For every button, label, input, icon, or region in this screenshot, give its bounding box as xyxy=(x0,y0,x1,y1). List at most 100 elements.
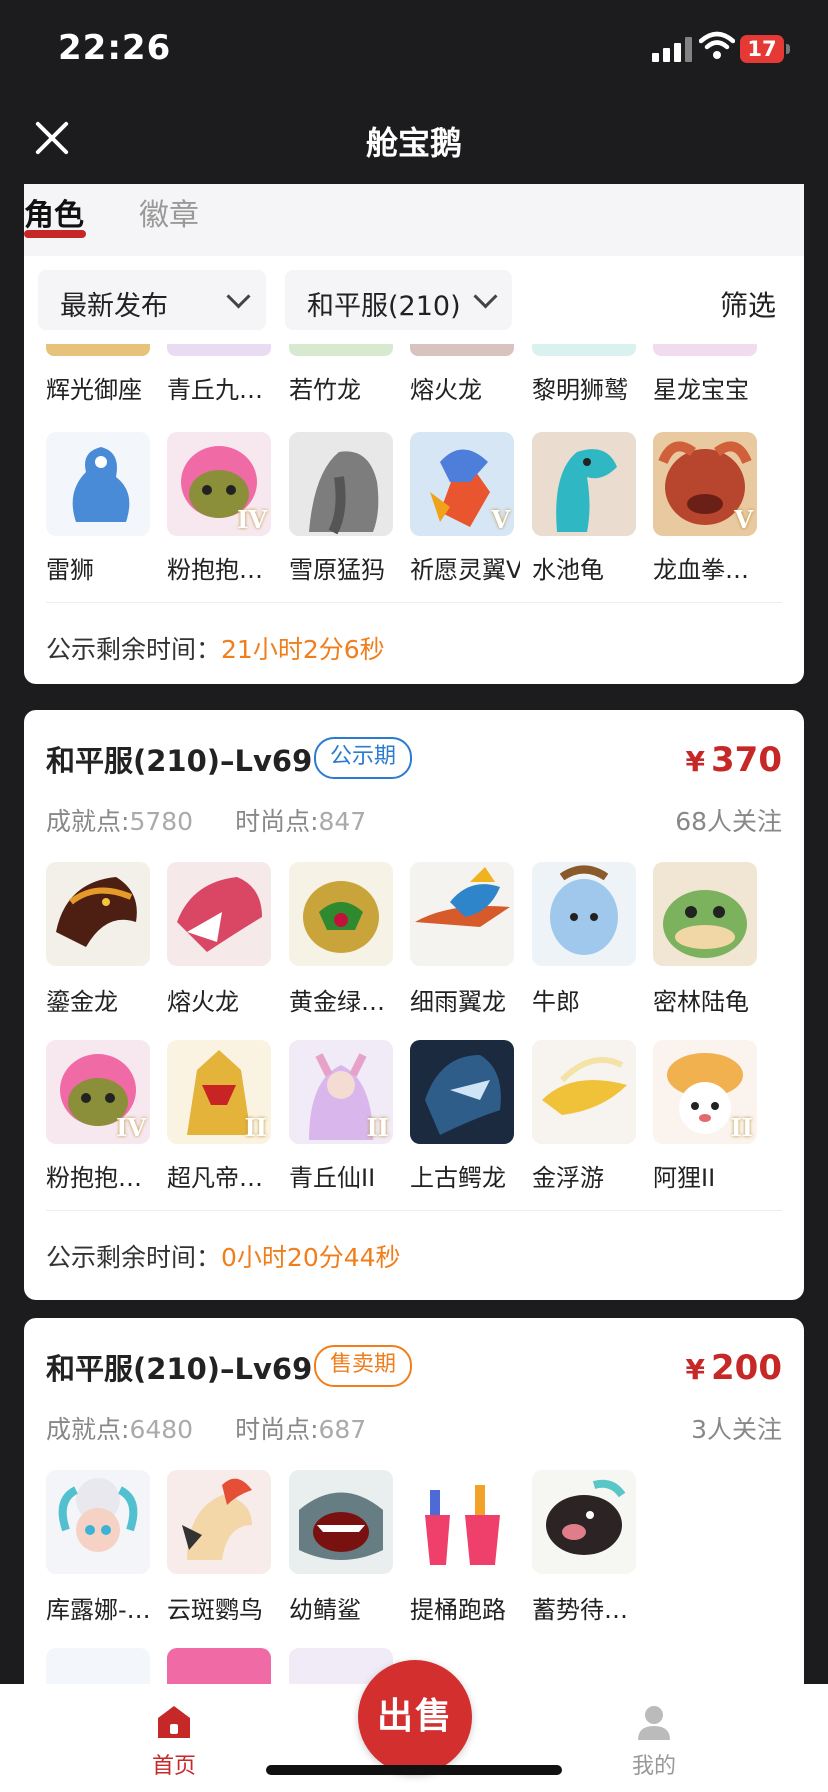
rank-badge: V xyxy=(491,505,510,534)
home-icon xyxy=(158,1706,190,1738)
first-listing-panel: 角色 徽章 最新发布 和平服(210) 筛选 辉光御座 青丘九… 若竹龙 熔火龙… xyxy=(24,184,804,684)
pet-thumbnail[interactable] xyxy=(167,1470,271,1574)
pet-thumbnail[interactable] xyxy=(46,1470,150,1574)
rank-badge: II xyxy=(730,1113,753,1142)
listing-card[interactable]: 和平服(210)–Lv69 公示期 ¥370 成就点:5780 时尚点:847 6… xyxy=(24,710,804,1300)
publicity-timer: 公示剩余时间：0小时20分44秒 xyxy=(46,1238,401,1274)
pet-name: 幼鲭鲨 xyxy=(289,1596,361,1624)
pet-name: 青丘九… xyxy=(167,376,263,404)
nav-bar: 舱宝鹅 xyxy=(0,96,828,184)
pet-thumbnail[interactable] xyxy=(46,432,150,536)
filter-button[interactable]: 筛选 xyxy=(720,284,776,324)
pet-thumbnail[interactable]: V xyxy=(653,432,757,536)
pet-thumbnail[interactable] xyxy=(532,432,636,536)
tab-home[interactable]: 首页 xyxy=(148,1704,200,1780)
pet-name: 密林陆龟 xyxy=(653,988,749,1016)
sort-dropdown[interactable]: 最新发布 xyxy=(38,270,266,330)
server-dropdown[interactable]: 和平服(210) xyxy=(285,270,512,330)
pet-name: 水池龟 xyxy=(532,556,604,584)
timer-label: 公示剩余时间： xyxy=(46,1243,222,1272)
pet-name: 粉抱抱… xyxy=(167,556,263,584)
pet-thumbnail[interactable]: V xyxy=(410,432,514,536)
timer-value: 0小时20分44秒 xyxy=(221,1243,401,1272)
divider xyxy=(46,1210,782,1211)
listing-title: 和平服(210)–Lv69 xyxy=(46,744,313,778)
sell-button[interactable]: 出售 xyxy=(358,1660,472,1774)
listing-price: ¥370 xyxy=(685,740,782,780)
pet-name: 牛郎 xyxy=(532,988,580,1016)
pet-name: 粉抱抱… xyxy=(46,1164,142,1192)
follow-count: 3人关注 xyxy=(691,1415,782,1444)
publicity-timer: 公示剩余时间：21小时2分6秒 xyxy=(46,630,385,666)
pet-name: 上古鳄龙 xyxy=(410,1164,506,1192)
server-dropdown-label: 和平服(210) xyxy=(307,291,461,322)
row-thumbs-clipped xyxy=(46,344,782,358)
pet-thumbnail[interactable]: II xyxy=(289,1040,393,1144)
tab-me[interactable]: 我的 xyxy=(628,1704,680,1780)
pet-name: 超凡帝… xyxy=(167,1164,263,1192)
cellular-signal-icon xyxy=(652,36,696,62)
pet-name: 细雨翼龙 xyxy=(410,988,506,1016)
tab-home-label: 首页 xyxy=(151,1754,196,1779)
pet-name: 黎明狮鹫 xyxy=(532,376,628,404)
pet-thumbnail[interactable]: IV xyxy=(46,1040,150,1144)
rank-badge: IV xyxy=(237,505,267,534)
battery-icon: 17 xyxy=(740,35,784,63)
battery-cap xyxy=(786,44,790,54)
pet-thumbnail[interactable] xyxy=(532,1040,636,1144)
tab-me-label: 我的 xyxy=(631,1754,676,1779)
pet-thumbnail[interactable] xyxy=(653,862,757,966)
home-indicator xyxy=(266,1765,562,1775)
pet-name: 熔火龙 xyxy=(167,988,239,1016)
chevron-down-icon xyxy=(473,284,498,309)
listing-price: ¥200 xyxy=(685,1348,782,1388)
pet-thumbnail[interactable] xyxy=(410,1040,514,1144)
pet-name: 提桶跑路 xyxy=(410,1596,506,1624)
pet-thumbnail[interactable]: II xyxy=(653,1040,757,1144)
pet-name: 雪原猛犸 xyxy=(289,556,385,584)
pet-thumbnail[interactable] xyxy=(46,862,150,966)
pet-name: 库露娜-… xyxy=(46,1596,151,1624)
pet-name: 辉光御座 xyxy=(46,376,142,404)
pet-name: 金浮游 xyxy=(532,1164,604,1192)
pet-name: 祈愿灵翼V xyxy=(410,556,520,584)
pet-thumbnail[interactable]: II xyxy=(167,1040,271,1144)
pet-name: 云斑鹦鸟 xyxy=(167,1596,263,1624)
tab-role[interactable]: 角色 xyxy=(24,190,84,234)
pet-thumbnail[interactable] xyxy=(289,1470,393,1574)
listing-stats: 成就点:5780 时尚点:847 xyxy=(46,807,367,836)
rank-badge: II xyxy=(366,1113,389,1142)
pet-thumbnail[interactable] xyxy=(289,862,393,966)
pet-name: 蓄势待… xyxy=(532,1596,628,1624)
pet-thumbnail[interactable] xyxy=(410,1470,514,1574)
listing-stats: 成就点:6480 时尚点:687 xyxy=(46,1415,367,1444)
timer-value: 21小时2分6秒 xyxy=(221,635,385,664)
pet-thumbnail[interactable] xyxy=(532,862,636,966)
pet-name: 黄金绿… xyxy=(289,988,385,1016)
pet-thumbnail[interactable] xyxy=(532,1470,636,1574)
pet-name: 龙血拳… xyxy=(653,556,749,584)
timer-label: 公示剩余时间： xyxy=(46,635,222,664)
pet-name: 青丘仙II xyxy=(289,1164,376,1192)
pet-name: 熔火龙 xyxy=(410,376,482,404)
chevron-down-icon xyxy=(226,284,251,309)
status-badge: 公示期 xyxy=(314,737,413,779)
category-tabs: 角色 徽章 xyxy=(24,184,804,256)
wifi-icon xyxy=(699,31,735,59)
listing-card[interactable]: 和平服(210)–Lv69 售卖期 ¥200 成就点:6480 时尚点:687 3… xyxy=(24,1318,804,1698)
status-time: 22:26 xyxy=(58,28,172,68)
page-title: 舱宝鹅 xyxy=(365,124,462,162)
pet-thumbnail[interactable] xyxy=(289,432,393,536)
pet-name: 星龙宝宝 xyxy=(653,376,749,404)
pet-name: 阿狸II xyxy=(653,1164,716,1192)
pet-name: 雷狮 xyxy=(46,556,94,584)
pet-thumbnail[interactable] xyxy=(167,862,271,966)
user-icon xyxy=(638,1706,670,1740)
rank-badge: II xyxy=(244,1113,267,1142)
pet-name: 鎏金龙 xyxy=(46,988,118,1016)
pet-thumbnail[interactable]: IV xyxy=(167,432,271,536)
rank-badge: V xyxy=(734,505,753,534)
pet-thumbnail[interactable] xyxy=(410,862,514,966)
sort-dropdown-label: 最新发布 xyxy=(60,291,168,322)
tab-badge[interactable]: 徽章 xyxy=(139,190,199,234)
